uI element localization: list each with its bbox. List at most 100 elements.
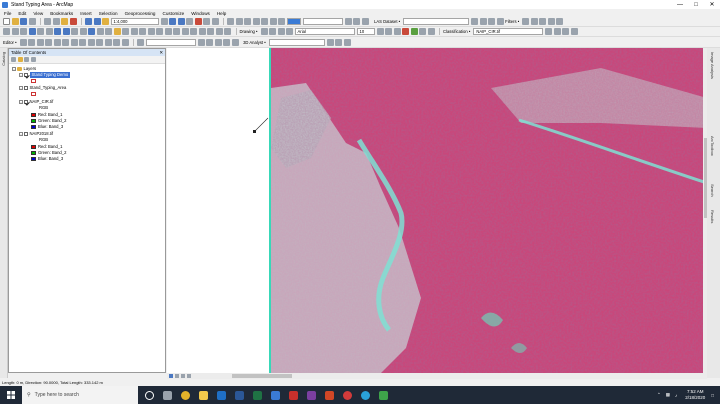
redo-icon[interactable] [93,18,101,25]
time-slider-icon[interactable] [130,28,138,35]
viewer-icon[interactable] [139,28,146,35]
list-by-drawing-order-icon[interactable] [11,57,16,62]
marker-color-icon[interactable] [427,28,435,35]
swipe-icon[interactable] [147,28,155,35]
las-tool-1-icon[interactable] [471,18,479,25]
extra-tool-7-icon[interactable] [215,28,223,35]
zoom-in-icon[interactable] [3,28,10,35]
curve-icon[interactable] [45,38,53,46]
save-icon[interactable] [20,18,27,25]
collapse-icon[interactable]: - [19,100,23,104]
taskbar-search[interactable]: ⚲ Type here to search [22,386,138,404]
select-element-arrow-icon[interactable] [260,28,268,35]
filter-tool-1-icon[interactable] [522,18,530,25]
color-field[interactable] [286,18,301,25]
recorder-icon[interactable] [340,386,354,404]
menu-file[interactable]: File [4,11,11,16]
extra-tool-1-icon[interactable] [164,28,172,35]
split-tool-icon[interactable] [53,38,61,46]
bold-icon[interactable] [376,28,384,35]
python-window-icon[interactable] [203,18,210,25]
tool-a-icon[interactable] [344,18,352,25]
italic-icon[interactable] [385,28,392,35]
menu-bookmarks[interactable]: Bookmarks [50,11,73,16]
menu-customize[interactable]: Customize [163,11,185,16]
zoom-out-icon[interactable] [11,28,19,35]
line-color-icon[interactable] [419,28,426,35]
menu-insert[interactable]: Insert [80,11,92,16]
delete-icon[interactable] [69,18,77,25]
html-popup-icon[interactable] [122,28,129,35]
camtasia-icon[interactable] [376,386,390,404]
search-tab[interactable]: Search [710,184,715,197]
filter-tool-4-icon[interactable] [547,18,555,25]
classification-tool-1-icon[interactable] [545,28,553,35]
editor-toolbar-icon[interactable] [160,18,168,25]
maximize-button[interactable]: □ [688,0,704,9]
text-icon[interactable] [286,28,293,35]
font-color-icon[interactable] [402,28,409,35]
identify-icon[interactable] [88,28,95,35]
arctoolbox-tab[interactable]: ArcToolbox [710,136,715,156]
close-button[interactable]: ✕ [704,0,720,9]
arcmap-taskbar-icon[interactable] [268,386,282,404]
outlook-icon[interactable] [214,386,228,404]
georef-tool-5-icon[interactable] [261,18,268,25]
full-extent-icon[interactable] [28,28,36,35]
word-icon[interactable] [232,386,246,404]
toc-layer-stand-typing-demo[interactable]: - Stand Typing Demo [19,72,71,78]
collapse-icon[interactable]: - [19,132,23,136]
hyperlink-icon[interactable] [113,28,121,35]
editor-menu[interactable]: Editor • [3,40,17,45]
layer-visibility-checkbox[interactable] [24,100,28,104]
rotate-icon[interactable] [269,28,276,35]
toc-window-icon[interactable] [169,18,176,25]
extra-tool-8-icon[interactable] [224,28,231,35]
georef-tool-2-icon[interactable] [235,18,243,25]
tool-b-icon[interactable] [353,18,360,25]
pause-drawing-icon[interactable] [187,374,191,378]
3d-tool-3-icon[interactable] [343,38,351,46]
task-view-icon[interactable] [160,386,174,404]
las-tool-3-icon[interactable] [488,18,496,25]
underline-icon[interactable] [393,28,401,35]
edit-vertices-icon[interactable] [96,38,104,46]
layer-visibility-checkbox[interactable] [24,86,28,90]
go-to-xy-icon[interactable] [156,28,163,35]
extra-tool-4-icon[interactable] [190,28,197,35]
layer-tool-6-icon[interactable] [231,38,239,46]
tool-c-icon[interactable] [361,18,369,25]
filter-tool-2-icon[interactable] [530,18,538,25]
list-by-visibility-icon[interactable] [24,57,29,62]
arctoolbox-icon[interactable] [194,18,202,25]
start-button[interactable] [0,386,22,404]
model-builder-icon[interactable] [211,18,219,25]
layer-tool-icon[interactable] [137,38,145,46]
classification-tool-2-icon[interactable] [553,28,561,35]
layer-visibility-checkbox[interactable] [24,132,28,136]
search-window-icon[interactable] [186,18,193,25]
font-name-field[interactable]: Arial [294,28,355,35]
georef-tool-7-icon[interactable] [278,18,285,25]
cortana-icon[interactable] [142,386,156,404]
layer-visibility-checkbox[interactable] [24,73,28,77]
straight-segment-icon[interactable] [36,38,44,46]
forward-extent-icon[interactable] [62,28,70,35]
cut-icon[interactable] [44,18,51,25]
edit-annotation-icon[interactable] [28,38,36,46]
select-features-icon[interactable] [71,28,78,35]
extra-tool-6-icon[interactable] [207,28,214,35]
fixed-zoom-out-icon[interactable] [45,28,53,35]
collapse-icon[interactable]: - [19,86,23,90]
layer-selector[interactable] [145,38,196,46]
menu-help[interactable]: Help [217,11,226,16]
3d-analyst-layer-dropdown[interactable] [268,38,325,46]
measure-icon[interactable] [105,28,112,35]
file-explorer-icon[interactable] [196,386,210,404]
open-folder-icon[interactable] [11,18,19,25]
classification-layer-dropdown[interactable]: NAIP_CIR.tif [473,28,544,35]
layer-tool-3-icon[interactable] [206,38,214,46]
map-scale-field[interactable]: 1:4,000 [110,18,159,25]
results-tab[interactable]: Results [710,210,715,223]
layer-tool-4-icon[interactable] [214,38,222,46]
